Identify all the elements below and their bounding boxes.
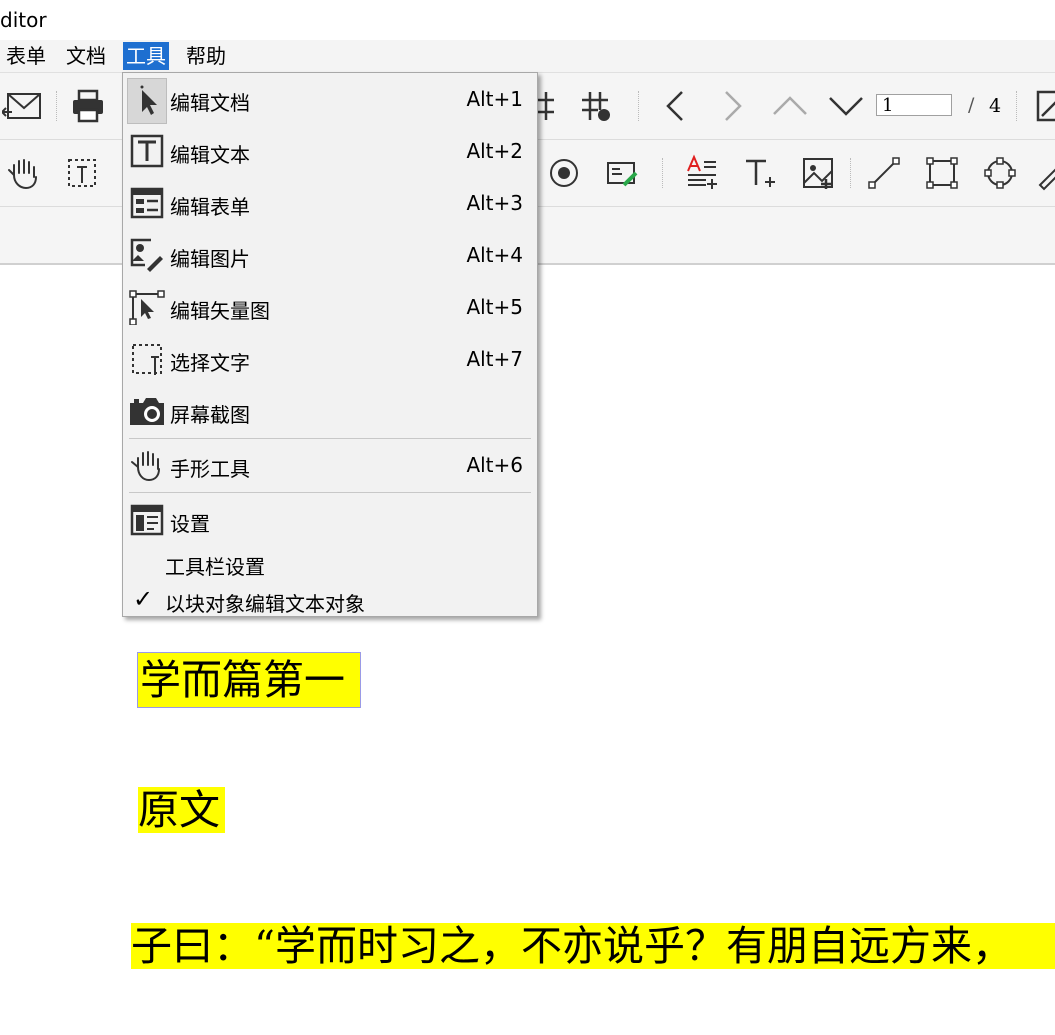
- radio-button-icon[interactable]: [542, 151, 586, 195]
- chevron-right-icon[interactable]: [710, 84, 754, 128]
- menu-item-toolbar-settings[interactable]: 工具栏设置: [123, 541, 537, 579]
- toolbar-separator: [1016, 91, 1021, 121]
- print-icon[interactable]: [66, 84, 110, 128]
- page-total: 4: [989, 95, 1002, 117]
- menu-form[interactable]: 表单: [3, 42, 49, 70]
- menu-item-edit-text[interactable]: 编辑文本 Alt+2: [123, 127, 537, 177]
- menu-item-edit-document[interactable]: 编辑文档 Alt+1: [123, 75, 537, 125]
- page-number-input[interactable]: 1: [876, 94, 952, 116]
- chevron-left-icon[interactable]: [654, 84, 698, 128]
- menu-item-shortcut: Alt+1: [466, 87, 523, 111]
- window-title: ditor: [0, 8, 47, 32]
- menu-item-label: 编辑图片: [170, 247, 250, 271]
- menu-help[interactable]: 帮助: [183, 42, 229, 70]
- menu-item-label: 选择文字: [170, 351, 250, 375]
- fit-page-icon[interactable]: [1030, 84, 1055, 128]
- menu-item-shortcut: Alt+4: [466, 243, 523, 267]
- menu-item-shortcut: Alt+3: [466, 191, 523, 215]
- title-bar: ditor: [0, 0, 1055, 40]
- menu-item-label: 编辑表单: [170, 195, 250, 219]
- tools-dropdown-menu: 编辑文档 Alt+1 编辑文本 Alt+2 编辑表单 Alt+3 编辑图片 Al…: [122, 72, 538, 617]
- menu-item-label: 手形工具: [170, 457, 250, 481]
- camera-icon: [129, 393, 165, 429]
- menu-item-shortcut: Alt+5: [466, 295, 523, 319]
- menu-item-settings[interactable]: 设置: [123, 496, 537, 546]
- signature-field-icon[interactable]: [600, 151, 644, 195]
- menu-separator: [129, 492, 531, 493]
- menu-item-edit-vector[interactable]: 编辑矢量图 Alt+5: [123, 283, 537, 333]
- menu-item-label: 编辑文本: [170, 143, 250, 167]
- body-text[interactable]: 子曰：“学而时习之，不亦说乎？有朋自远方来，: [131, 923, 1055, 969]
- toolbar-separator: [662, 158, 667, 188]
- text-box-icon: [129, 133, 165, 169]
- form-icon: [129, 185, 165, 221]
- heading-text[interactable]: 学而篇第一: [137, 652, 361, 708]
- page-separator: /: [968, 94, 975, 116]
- hand-icon[interactable]: [2, 151, 46, 195]
- email-icon[interactable]: [0, 84, 44, 128]
- ellipse-tool-icon[interactable]: [978, 151, 1022, 195]
- menu-item-label: 屏幕截图: [170, 403, 250, 427]
- checkmark-icon: ✓: [133, 585, 154, 613]
- menu-item-label: 编辑文档: [170, 91, 250, 115]
- snap-grid-icon[interactable]: [574, 84, 618, 128]
- chevron-down-icon[interactable]: [824, 84, 868, 128]
- toolbar-separator: [850, 158, 855, 188]
- add-text-icon[interactable]: [738, 151, 782, 195]
- menu-item-label: 设置: [170, 512, 210, 536]
- menu-item-label: 编辑矢量图: [170, 299, 270, 323]
- menu-item-shortcut: Alt+6: [466, 453, 523, 477]
- menu-item-shortcut: Alt+7: [466, 347, 523, 371]
- pointer-arrow-icon: [129, 81, 165, 117]
- pencil-tool-icon[interactable]: [1030, 151, 1055, 195]
- menu-item-edit-text-as-block[interactable]: ✓ 以块对象编辑文本对象: [123, 579, 537, 616]
- menu-item-edit-form[interactable]: 编辑表单 Alt+3: [123, 179, 537, 229]
- menu-separator: [129, 438, 531, 439]
- chevron-up-icon[interactable]: [768, 84, 812, 128]
- toolbar-separator: [56, 91, 61, 121]
- menu-item-label: 以块对象编辑文本对象: [165, 592, 365, 616]
- toolbar-separator: [638, 91, 643, 121]
- add-image-icon[interactable]: [796, 151, 840, 195]
- select-text-icon: [129, 341, 165, 377]
- menu-item-hand-tool[interactable]: 手形工具 Alt+6: [123, 441, 537, 491]
- line-tool-icon[interactable]: [862, 151, 906, 195]
- menu-item-select-text[interactable]: 选择文字 Alt+7: [123, 335, 537, 385]
- menu-tools[interactable]: 工具: [123, 42, 169, 70]
- menu-item-screenshot[interactable]: 屏幕截图: [123, 387, 537, 437]
- menu-item-shortcut: Alt+2: [466, 139, 523, 163]
- vector-edit-icon: [129, 289, 165, 326]
- settings-panel-icon: [129, 502, 165, 538]
- rectangle-tool-icon[interactable]: [920, 151, 964, 195]
- add-text-annotation-icon[interactable]: [680, 151, 724, 195]
- hand-icon: [129, 447, 165, 483]
- menu-item-label: 工具栏设置: [165, 555, 265, 579]
- subheading-text[interactable]: 原文: [138, 787, 225, 833]
- select-text-icon[interactable]: [60, 151, 104, 195]
- menu-item-edit-image[interactable]: 编辑图片 Alt+4: [123, 231, 537, 281]
- menu-bar: 表单 文档 工具 帮助: [0, 40, 1055, 73]
- image-edit-icon: [129, 237, 165, 273]
- menu-document[interactable]: 文档: [63, 42, 109, 70]
